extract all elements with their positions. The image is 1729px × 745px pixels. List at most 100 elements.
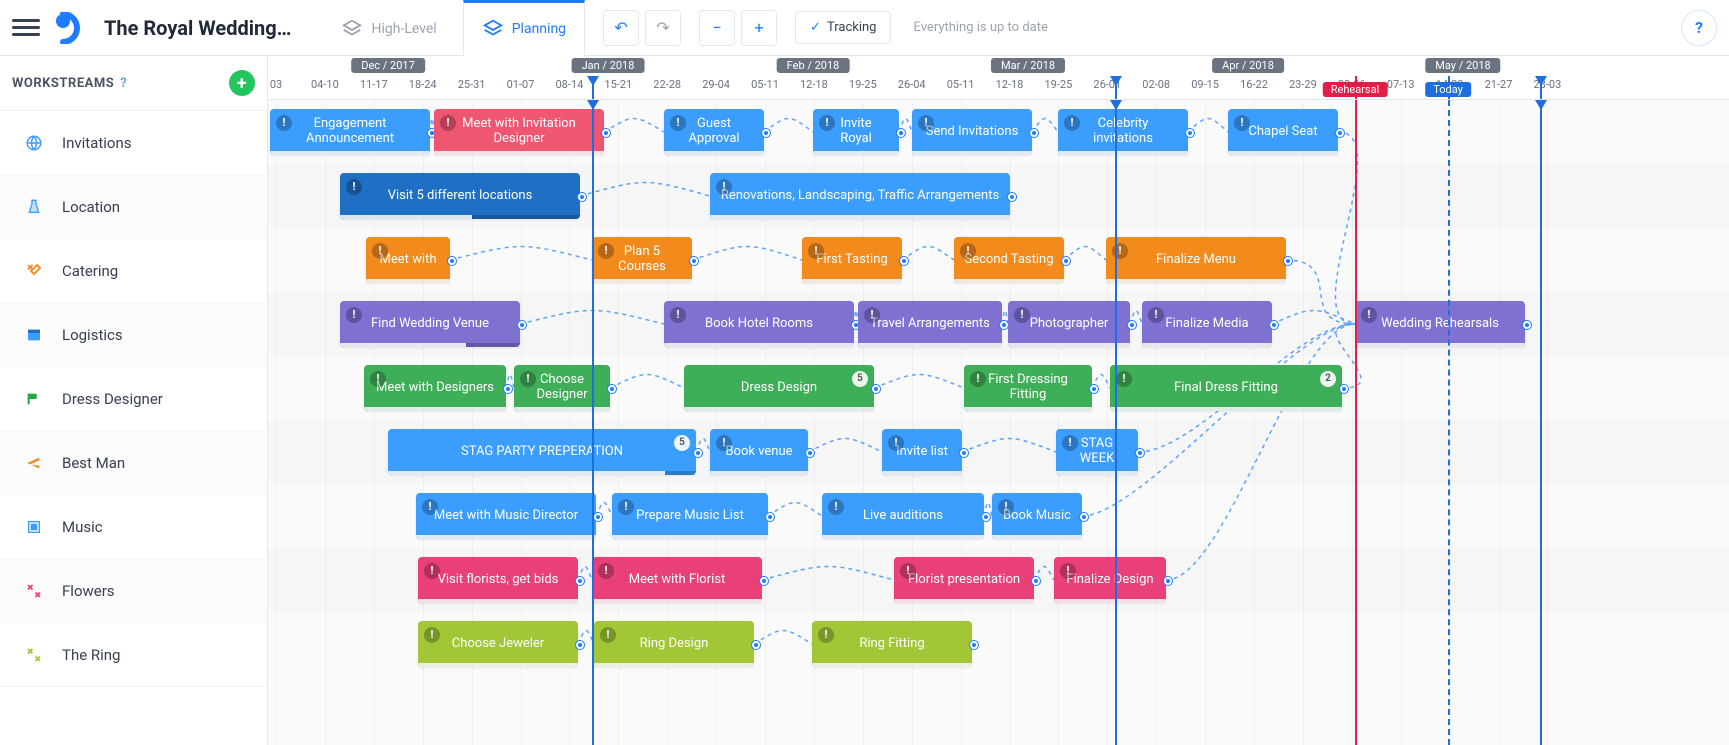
connector-dot[interactable] bbox=[1030, 129, 1038, 137]
undo-button[interactable]: ↶ bbox=[603, 10, 639, 46]
connector-dot[interactable] bbox=[1270, 321, 1278, 329]
task-card[interactable]: !Choose Designer bbox=[514, 365, 610, 411]
task-card[interactable]: !Invite list bbox=[882, 429, 962, 475]
task-card[interactable]: !Invite Royal bbox=[813, 109, 899, 155]
connector-dot[interactable] bbox=[752, 641, 760, 649]
task-card[interactable]: !Book venue bbox=[710, 429, 808, 475]
zoom-in-button[interactable]: + bbox=[741, 10, 777, 46]
connector-dot[interactable] bbox=[1032, 577, 1040, 585]
task-card[interactable]: !Send Invitations bbox=[912, 109, 1032, 155]
tab-planning[interactable]: Planning bbox=[463, 0, 585, 56]
task-card[interactable]: !STAG WEEK bbox=[1056, 429, 1138, 475]
connector-dot[interactable] bbox=[448, 257, 456, 265]
task-card[interactable]: 5Dress Design bbox=[684, 365, 874, 411]
connector-dot[interactable] bbox=[694, 449, 702, 457]
task-card[interactable]: !Meet with bbox=[366, 237, 450, 283]
connector-dot[interactable] bbox=[897, 129, 905, 137]
task-card[interactable]: !Live auditions bbox=[822, 493, 984, 539]
connector-dot[interactable] bbox=[766, 513, 774, 521]
connector-dot[interactable] bbox=[1008, 193, 1016, 201]
sidebar-item-music[interactable]: Music bbox=[0, 495, 267, 559]
task-card[interactable]: !Guest Approval bbox=[664, 109, 764, 155]
task-card[interactable]: !Find Wedding Venue bbox=[340, 301, 520, 347]
connector-dot[interactable] bbox=[608, 385, 616, 393]
timeline-marker-line1[interactable] bbox=[592, 100, 594, 745]
timeline[interactable]: Dec / 2017Jan / 2018Feb / 2018Mar / 2018… bbox=[268, 56, 1729, 745]
connector-dot[interactable] bbox=[690, 257, 698, 265]
connector-dot[interactable] bbox=[1128, 321, 1136, 329]
task-card[interactable]: !Visit 5 different locations bbox=[340, 173, 580, 219]
connector-dot[interactable] bbox=[578, 193, 586, 201]
sidebar-item-ring[interactable]: The Ring bbox=[0, 623, 267, 687]
task-card[interactable]: !Visit florists, get bids bbox=[418, 557, 578, 603]
task-card[interactable]: !Prepare Music List bbox=[612, 493, 768, 539]
help-icon[interactable]: ? bbox=[120, 76, 127, 91]
sidebar-item-logistics[interactable]: Logistics bbox=[0, 303, 267, 367]
tracking-button[interactable]: ✓ Tracking bbox=[795, 11, 891, 44]
task-card[interactable]: !Engagement Announcement bbox=[270, 109, 430, 155]
task-card[interactable]: !Book Music bbox=[992, 493, 1082, 539]
sidebar-item-dress[interactable]: Dress Designer bbox=[0, 367, 267, 431]
task-card[interactable]: !Finalize Media bbox=[1142, 301, 1272, 347]
task-card[interactable]: !First Tasting bbox=[802, 237, 902, 283]
connector-dot[interactable] bbox=[900, 257, 908, 265]
redo-button[interactable]: ↷ bbox=[645, 10, 681, 46]
connector-dot[interactable] bbox=[760, 577, 768, 585]
sidebar-item-flowers[interactable]: Flowers bbox=[0, 559, 267, 623]
task-card[interactable]: !Finalize Design bbox=[1054, 557, 1166, 603]
connector-dot[interactable] bbox=[1136, 449, 1144, 457]
task-card[interactable]: !Plan 5 Courses bbox=[592, 237, 692, 283]
task-card[interactable]: !Ring Design bbox=[594, 621, 754, 667]
task-card[interactable]: !Finalize Menu bbox=[1106, 237, 1286, 283]
connector-dot[interactable] bbox=[1523, 321, 1531, 329]
task-card[interactable]: !Meet with Invitation Designer bbox=[434, 109, 604, 155]
task-card[interactable]: 5STAG PARTY PREPERATION bbox=[388, 429, 696, 475]
timeline-marker-line2[interactable] bbox=[1115, 100, 1117, 745]
connector-dot[interactable] bbox=[602, 129, 610, 137]
connector-dot[interactable] bbox=[504, 385, 512, 393]
task-card[interactable]: !Second Tasting bbox=[954, 237, 1064, 283]
connector-dot[interactable] bbox=[960, 449, 968, 457]
connector-dot[interactable] bbox=[576, 641, 584, 649]
zoom-out-button[interactable]: − bbox=[699, 10, 735, 46]
connector-dot[interactable] bbox=[518, 321, 526, 329]
task-card[interactable]: !Ring Fitting bbox=[812, 621, 972, 667]
sidebar-item-location[interactable]: Location bbox=[0, 175, 267, 239]
connector-dot[interactable] bbox=[1000, 321, 1008, 329]
task-card[interactable]: !Meet with Designers bbox=[364, 365, 506, 411]
task-card[interactable]: !Renovations, Landscaping, Traffic Arran… bbox=[710, 173, 1010, 219]
connector-dot[interactable] bbox=[1284, 257, 1292, 265]
connector-dot[interactable] bbox=[594, 513, 602, 521]
task-card[interactable]: !Meet with Florist bbox=[592, 557, 762, 603]
timeline-marker-today[interactable] bbox=[1448, 100, 1450, 745]
connector-dot[interactable] bbox=[1336, 129, 1344, 137]
connector-dot[interactable] bbox=[806, 449, 814, 457]
menu-icon[interactable] bbox=[12, 14, 40, 42]
task-card[interactable]: !Choose Jeweler bbox=[418, 621, 578, 667]
connector-dot[interactable] bbox=[1090, 385, 1098, 393]
task-card[interactable]: !First Dressing Fitting bbox=[964, 365, 1092, 411]
timeline-marker-rehearsal[interactable] bbox=[1355, 100, 1357, 745]
task-card[interactable]: !Celebrity invitations bbox=[1058, 109, 1188, 155]
connector-dot[interactable] bbox=[1340, 385, 1348, 393]
timeline-marker-line3[interactable] bbox=[1540, 100, 1542, 745]
connector-dot[interactable] bbox=[982, 513, 990, 521]
connector-dot[interactable] bbox=[1164, 577, 1172, 585]
sidebar-item-bestman[interactable]: Best Man bbox=[0, 431, 267, 495]
app-logo[interactable] bbox=[52, 10, 88, 46]
connector-dot[interactable] bbox=[970, 641, 978, 649]
help-button[interactable]: ? bbox=[1681, 10, 1717, 46]
task-card[interactable]: !Florist presentation bbox=[894, 557, 1034, 603]
sidebar-item-invitations[interactable]: Invitations bbox=[0, 111, 267, 175]
add-workstream-button[interactable]: + bbox=[229, 70, 255, 96]
task-card[interactable]: !Travel Arrangements bbox=[858, 301, 1002, 347]
tab-highlevel[interactable]: High-Level bbox=[323, 0, 454, 56]
task-card[interactable]: !Chapel Seat bbox=[1228, 109, 1338, 155]
connector-dot[interactable] bbox=[872, 385, 880, 393]
task-card[interactable]: !Book Hotel Rooms bbox=[664, 301, 854, 347]
connector-dot[interactable] bbox=[576, 577, 584, 585]
sidebar-item-catering[interactable]: Catering bbox=[0, 239, 267, 303]
connector-dot[interactable] bbox=[1186, 129, 1194, 137]
connector-dot[interactable] bbox=[762, 129, 770, 137]
task-card[interactable]: !Wedding Rehearsals bbox=[1355, 301, 1525, 347]
